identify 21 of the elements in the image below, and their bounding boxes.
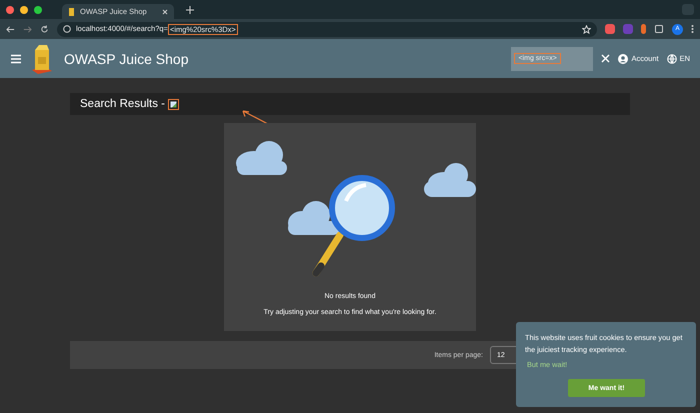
broken-image-icon [168,98,180,110]
info-icon [63,25,71,33]
reload-icon[interactable] [40,24,49,34]
account-icon [618,54,628,64]
close-icon[interactable] [162,8,168,14]
puzzle-icon[interactable] [654,24,664,34]
maximize-window-icon[interactable] [34,6,42,14]
minimize-window-icon[interactable] [20,6,28,14]
results-title: Search Results - [80,98,166,110]
menu-icon[interactable] [10,54,22,64]
menu-dots-icon[interactable] [691,24,694,34]
globe-icon [666,54,677,64]
back-arrow-icon[interactable] [6,24,15,34]
juice-box-icon [68,7,75,16]
juice-box-logo-icon[interactable] [30,44,54,74]
close-window-icon[interactable] [6,6,14,14]
app-title[interactable]: OWASP Juice Shop [64,50,189,66]
forward-arrow-icon[interactable] [23,24,32,34]
annotation-arrow [240,109,270,125]
star-icon[interactable] [582,24,591,34]
plus-icon[interactable] [186,6,194,14]
